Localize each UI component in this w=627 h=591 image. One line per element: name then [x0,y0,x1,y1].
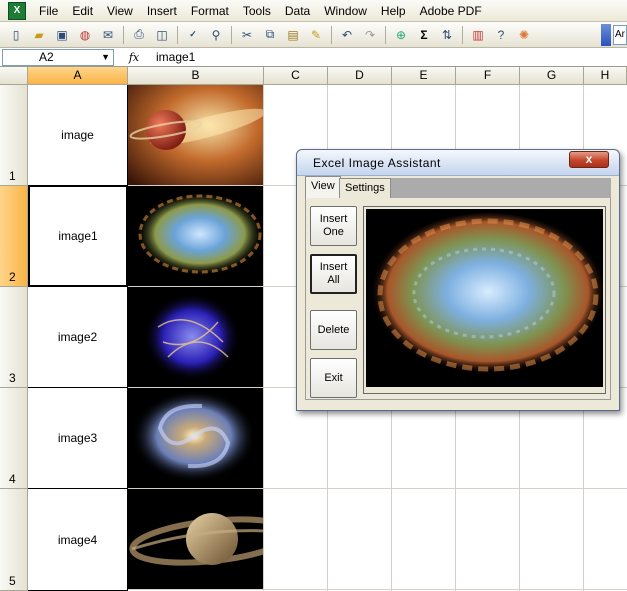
column-header-a[interactable]: A [28,67,128,85]
toolbar-separator [123,25,124,44]
name-box[interactable]: A2 ▼ [2,48,114,66]
row-header-2[interactable]: 2 [0,186,28,287]
open-icon[interactable]: ▰ [29,25,49,45]
name-box-value: A2 [39,49,54,64]
dialog-title-bar[interactable]: Excel Image Assistant x [297,150,619,176]
cell-a2-active[interactable]: image1 [28,185,128,287]
menu-edit[interactable]: Edit [65,0,100,22]
toolbar-separator [331,25,332,44]
redo-icon[interactable]: ↷ [360,25,380,45]
toolbar-separator [231,25,232,44]
menu-adobe-pdf[interactable]: Adobe PDF [413,0,489,22]
close-button[interactable]: x [569,151,609,168]
menu-data[interactable]: Data [278,0,317,22]
formula-input[interactable]: image1 [154,50,195,64]
toolbar-separator [462,25,463,44]
row-number: 4 [9,472,16,486]
menu-format[interactable]: Format [184,0,236,22]
print-preview-icon[interactable]: ◫ [152,25,172,45]
cut-icon[interactable]: ✂ [237,25,257,45]
cell-a3[interactable]: image2 [28,287,128,388]
excel-image-assistant-dialog: Excel Image Assistant x View Settings In… [296,149,620,411]
save-icon[interactable]: ▣ [52,25,72,45]
row-number: 1 [9,169,16,183]
dialog-title: Excel Image Assistant [313,156,441,170]
new-icon[interactable]: ▯ [6,25,26,45]
row-number: 5 [9,574,16,588]
chart-wizard-icon[interactable]: ▥ [468,25,488,45]
select-all-corner[interactable] [0,67,28,85]
cell-text: image2 [57,330,98,344]
toolbar-separator [177,25,178,44]
row-number: 3 [9,371,16,385]
saturn-image[interactable] [128,489,263,589]
column-header-b[interactable]: B [128,67,264,85]
row-header-1[interactable]: 1 [0,85,28,186]
menu-view[interactable]: View [100,0,140,22]
tab-view[interactable]: View [305,176,341,198]
paste-icon[interactable]: ▤ [283,25,303,45]
row-header-4[interactable]: 4 [0,388,28,489]
view-tab-panel: Insert One Insert All Delete Exit [305,198,611,400]
hyperlink-icon[interactable]: ⊕ [391,25,411,45]
crab-nebula-image[interactable] [128,186,263,286]
insert-all-button[interactable]: Insert All [310,254,357,294]
cell-text: image3 [57,431,98,445]
tab-settings[interactable]: Settings [339,178,391,198]
spelling-icon[interactable]: ✓ [183,25,203,45]
formula-bar: A2 ▼ fx image1 [0,48,627,67]
cell-a4[interactable]: image3 [28,388,128,489]
menu-help[interactable]: Help [374,0,413,22]
spiral-galaxy-image[interactable] [128,388,263,488]
grid-line [263,85,264,591]
permission-icon[interactable]: ◍ [75,25,95,45]
format-painter-icon[interactable]: ✎ [306,25,326,45]
menu-file[interactable]: File [32,0,65,22]
standard-toolbar: ▯ ▰ ▣ ◍ ✉ ⎙ ◫ ✓ ⚲ ✂ ⧉ ▤ ✎ ↶ ↷ ⊕ Σ ⇅ ▥ ? … [0,22,627,48]
font-name-box[interactable]: Ar [613,25,627,45]
delete-button[interactable]: Delete [310,310,357,350]
research-icon[interactable]: ⚲ [206,25,226,45]
exit-button[interactable]: Exit [310,358,357,398]
column-header-g[interactable]: G [520,67,584,85]
column-header-e[interactable]: E [392,67,456,85]
email-icon[interactable]: ✉ [98,25,118,45]
toolbar-options-icon[interactable] [601,24,611,46]
cell-a5[interactable]: image4 [28,489,128,591]
column-header-d[interactable]: D [328,67,392,85]
planet-nebula-image[interactable] [128,85,263,185]
copy-icon[interactable]: ⧉ [260,25,280,45]
cell-text: image [61,128,94,142]
insert-one-button[interactable]: Insert One [310,206,357,246]
toolbar-separator [385,25,386,44]
menu-window[interactable]: Window [317,0,374,22]
row-header-3[interactable]: 3 [0,287,28,388]
office-icon[interactable]: ✺ [514,25,534,45]
cell-text: image1 [58,229,98,243]
column-header-h[interactable]: H [584,67,627,85]
tab-strip: View Settings [305,176,611,198]
menu-insert[interactable]: Insert [140,0,184,22]
print-icon[interactable]: ⎙ [129,25,149,45]
cell-text: image4 [57,532,98,547]
column-header-c[interactable]: C [264,67,328,85]
help-icon[interactable]: ? [491,25,511,45]
menu-tools[interactable]: Tools [236,0,278,22]
sort-ascending-icon[interactable]: ⇅ [437,25,457,45]
undo-icon[interactable]: ↶ [337,25,357,45]
autosum-icon[interactable]: Σ [414,25,434,45]
row-number: 2 [9,270,16,284]
image-preview [363,206,606,394]
crab-nebula-preview-image [366,209,603,387]
cell-a1[interactable]: image [28,85,128,186]
menu-bar: X File Edit View Insert Format Tools Dat… [0,0,627,22]
fx-icon[interactable]: fx [114,51,154,64]
row-header-5[interactable]: 5 [0,489,28,591]
blue-supernova-image[interactable] [128,287,263,387]
excel-app-icon[interactable]: X [8,1,26,20]
chevron-down-icon[interactable]: ▼ [101,50,110,65]
column-header-f[interactable]: F [456,67,520,85]
